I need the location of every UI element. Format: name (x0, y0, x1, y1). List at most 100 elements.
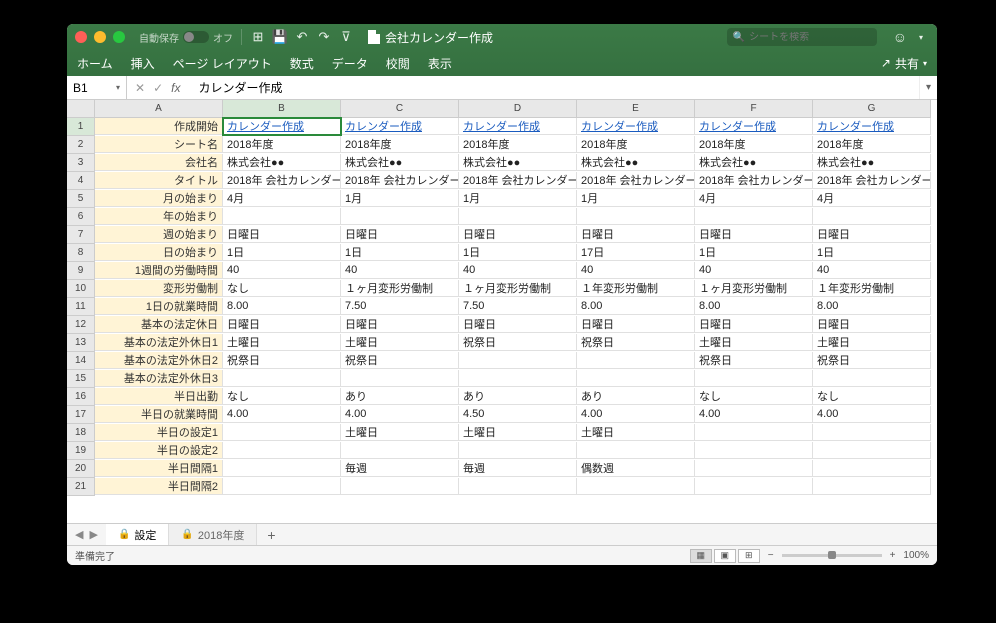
cell-B19[interactable] (223, 442, 341, 459)
cell-A12[interactable]: 基本の法定休日 (95, 316, 223, 333)
view-pagelayout-button[interactable]: ▣ (714, 549, 736, 563)
cell-F14[interactable]: 祝祭日 (695, 352, 813, 369)
column-header-E[interactable]: E (577, 100, 695, 118)
cell-E5[interactable]: 1月 (577, 190, 695, 207)
cell-C19[interactable] (341, 442, 459, 459)
cell-D6[interactable] (459, 208, 577, 225)
row-header-20[interactable]: 20 (67, 460, 95, 478)
row-header-21[interactable]: 21 (67, 478, 95, 496)
cell-E13[interactable]: 祝祭日 (577, 334, 695, 351)
cell-A3[interactable]: 会社名 (95, 154, 223, 171)
view-normal-button[interactable]: ▦ (690, 549, 712, 563)
cell-D1[interactable]: カレンダー作成 (459, 118, 577, 135)
cell-D14[interactable] (459, 352, 577, 369)
name-box-dropdown-icon[interactable]: ▾ (116, 83, 120, 92)
cell-C14[interactable]: 祝祭日 (341, 352, 459, 369)
cell-G15[interactable] (813, 370, 931, 387)
cell-F15[interactable] (695, 370, 813, 387)
cell-G7[interactable]: 日曜日 (813, 226, 931, 243)
cell-B15[interactable] (223, 370, 341, 387)
cell-A20[interactable]: 半日間隔1 (95, 460, 223, 477)
sheet-tab-2018[interactable]: 🔒 2018年度 (169, 524, 257, 545)
ribbon-tab-review[interactable]: 校閲 (386, 55, 410, 72)
cell-E16[interactable]: あり (577, 388, 695, 405)
cell-E17[interactable]: 4.00 (577, 406, 695, 423)
cell-F6[interactable] (695, 208, 813, 225)
cell-F2[interactable]: 2018年度 (695, 136, 813, 153)
cell-A17[interactable]: 半日の就業時間 (95, 406, 223, 423)
cell-G6[interactable] (813, 208, 931, 225)
cell-C7[interactable]: 日曜日 (341, 226, 459, 243)
cell-A16[interactable]: 半日出勤 (95, 388, 223, 405)
cell-C10[interactable]: １ヶ月変形労働制 (341, 280, 459, 297)
cell-A10[interactable]: 変形労働制 (95, 280, 223, 297)
feedback-dropdown-icon[interactable]: ▾ (913, 29, 929, 45)
sheet-tab-settings[interactable]: 🔒 設定 (106, 524, 169, 545)
cell-C20[interactable]: 毎週 (341, 460, 459, 477)
cell-B10[interactable]: なし (223, 280, 341, 297)
zoom-slider[interactable] (782, 554, 882, 557)
cell-C21[interactable] (341, 478, 459, 495)
cell-C5[interactable]: 1月 (341, 190, 459, 207)
cell-D2[interactable]: 2018年度 (459, 136, 577, 153)
cell-G1[interactable]: カレンダー作成 (813, 118, 931, 135)
cell-B6[interactable] (223, 208, 341, 225)
cell-E18[interactable]: 土曜日 (577, 424, 695, 441)
cell-B5[interactable]: 4月 (223, 190, 341, 207)
cell-G10[interactable]: １年変形労働制 (813, 280, 931, 297)
cell-E20[interactable]: 偶数週 (577, 460, 695, 477)
cell-F12[interactable]: 日曜日 (695, 316, 813, 333)
cell-B7[interactable]: 日曜日 (223, 226, 341, 243)
cell-A5[interactable]: 月の始まり (95, 190, 223, 207)
cell-D11[interactable]: 7.50 (459, 298, 577, 315)
cell-E1[interactable]: カレンダー作成 (577, 118, 695, 135)
more-icon[interactable]: ⊽ (338, 29, 354, 45)
cell-F16[interactable]: なし (695, 388, 813, 405)
cell-C15[interactable] (341, 370, 459, 387)
cell-A2[interactable]: シート名 (95, 136, 223, 153)
cell-D12[interactable]: 日曜日 (459, 316, 577, 333)
ribbon-tab-formulas[interactable]: 数式 (290, 55, 314, 72)
cell-E8[interactable]: 17日 (577, 244, 695, 261)
spreadsheet-grid[interactable]: ABCDEFG1作成開始カレンダー作成カレンダー作成カレンダー作成カレンダー作成… (67, 100, 937, 523)
cell-D18[interactable]: 土曜日 (459, 424, 577, 441)
cell-F7[interactable]: 日曜日 (695, 226, 813, 243)
maximize-button[interactable] (113, 31, 125, 43)
close-button[interactable] (75, 31, 87, 43)
cell-G18[interactable] (813, 424, 931, 441)
ribbon-tab-view[interactable]: 表示 (428, 55, 452, 72)
zoom-in-button[interactable]: + (890, 550, 896, 561)
formula-input[interactable] (194, 81, 919, 95)
row-header-4[interactable]: 4 (67, 172, 95, 190)
cell-C9[interactable]: 40 (341, 262, 459, 279)
cell-D21[interactable] (459, 478, 577, 495)
column-header-D[interactable]: D (459, 100, 577, 118)
cell-E9[interactable]: 40 (577, 262, 695, 279)
fx-label[interactable]: fx (171, 81, 180, 95)
cell-C16[interactable]: あり (341, 388, 459, 405)
cell-G19[interactable] (813, 442, 931, 459)
row-header-7[interactable]: 7 (67, 226, 95, 244)
cell-A4[interactable]: タイトル (95, 172, 223, 189)
formula-expand-icon[interactable]: ▾ (919, 76, 937, 99)
save-icon[interactable]: 💾 (272, 29, 288, 45)
cell-G17[interactable]: 4.00 (813, 406, 931, 423)
share-button[interactable]: ↗ 共有 ▾ (881, 55, 927, 72)
cell-A14[interactable]: 基本の法定外休日2 (95, 352, 223, 369)
cell-F4[interactable]: 2018年 会社カレンダー (695, 172, 813, 189)
cell-B3[interactable]: 株式会社●● (223, 154, 341, 171)
cell-F13[interactable]: 土曜日 (695, 334, 813, 351)
cell-A6[interactable]: 年の始まり (95, 208, 223, 225)
cell-E15[interactable] (577, 370, 695, 387)
cell-A18[interactable]: 半日の設定1 (95, 424, 223, 441)
cell-A8[interactable]: 日の始まり (95, 244, 223, 261)
cell-G2[interactable]: 2018年度 (813, 136, 931, 153)
cell-A1[interactable]: 作成開始 (95, 118, 223, 135)
cell-B8[interactable]: 1日 (223, 244, 341, 261)
row-header-14[interactable]: 14 (67, 352, 95, 370)
cell-G20[interactable] (813, 460, 931, 477)
cell-B4[interactable]: 2018年 会社カレンダー (223, 172, 341, 189)
cell-G21[interactable] (813, 478, 931, 495)
confirm-icon[interactable]: ✓ (153, 81, 163, 95)
cell-A9[interactable]: 1週間の労働時間 (95, 262, 223, 279)
